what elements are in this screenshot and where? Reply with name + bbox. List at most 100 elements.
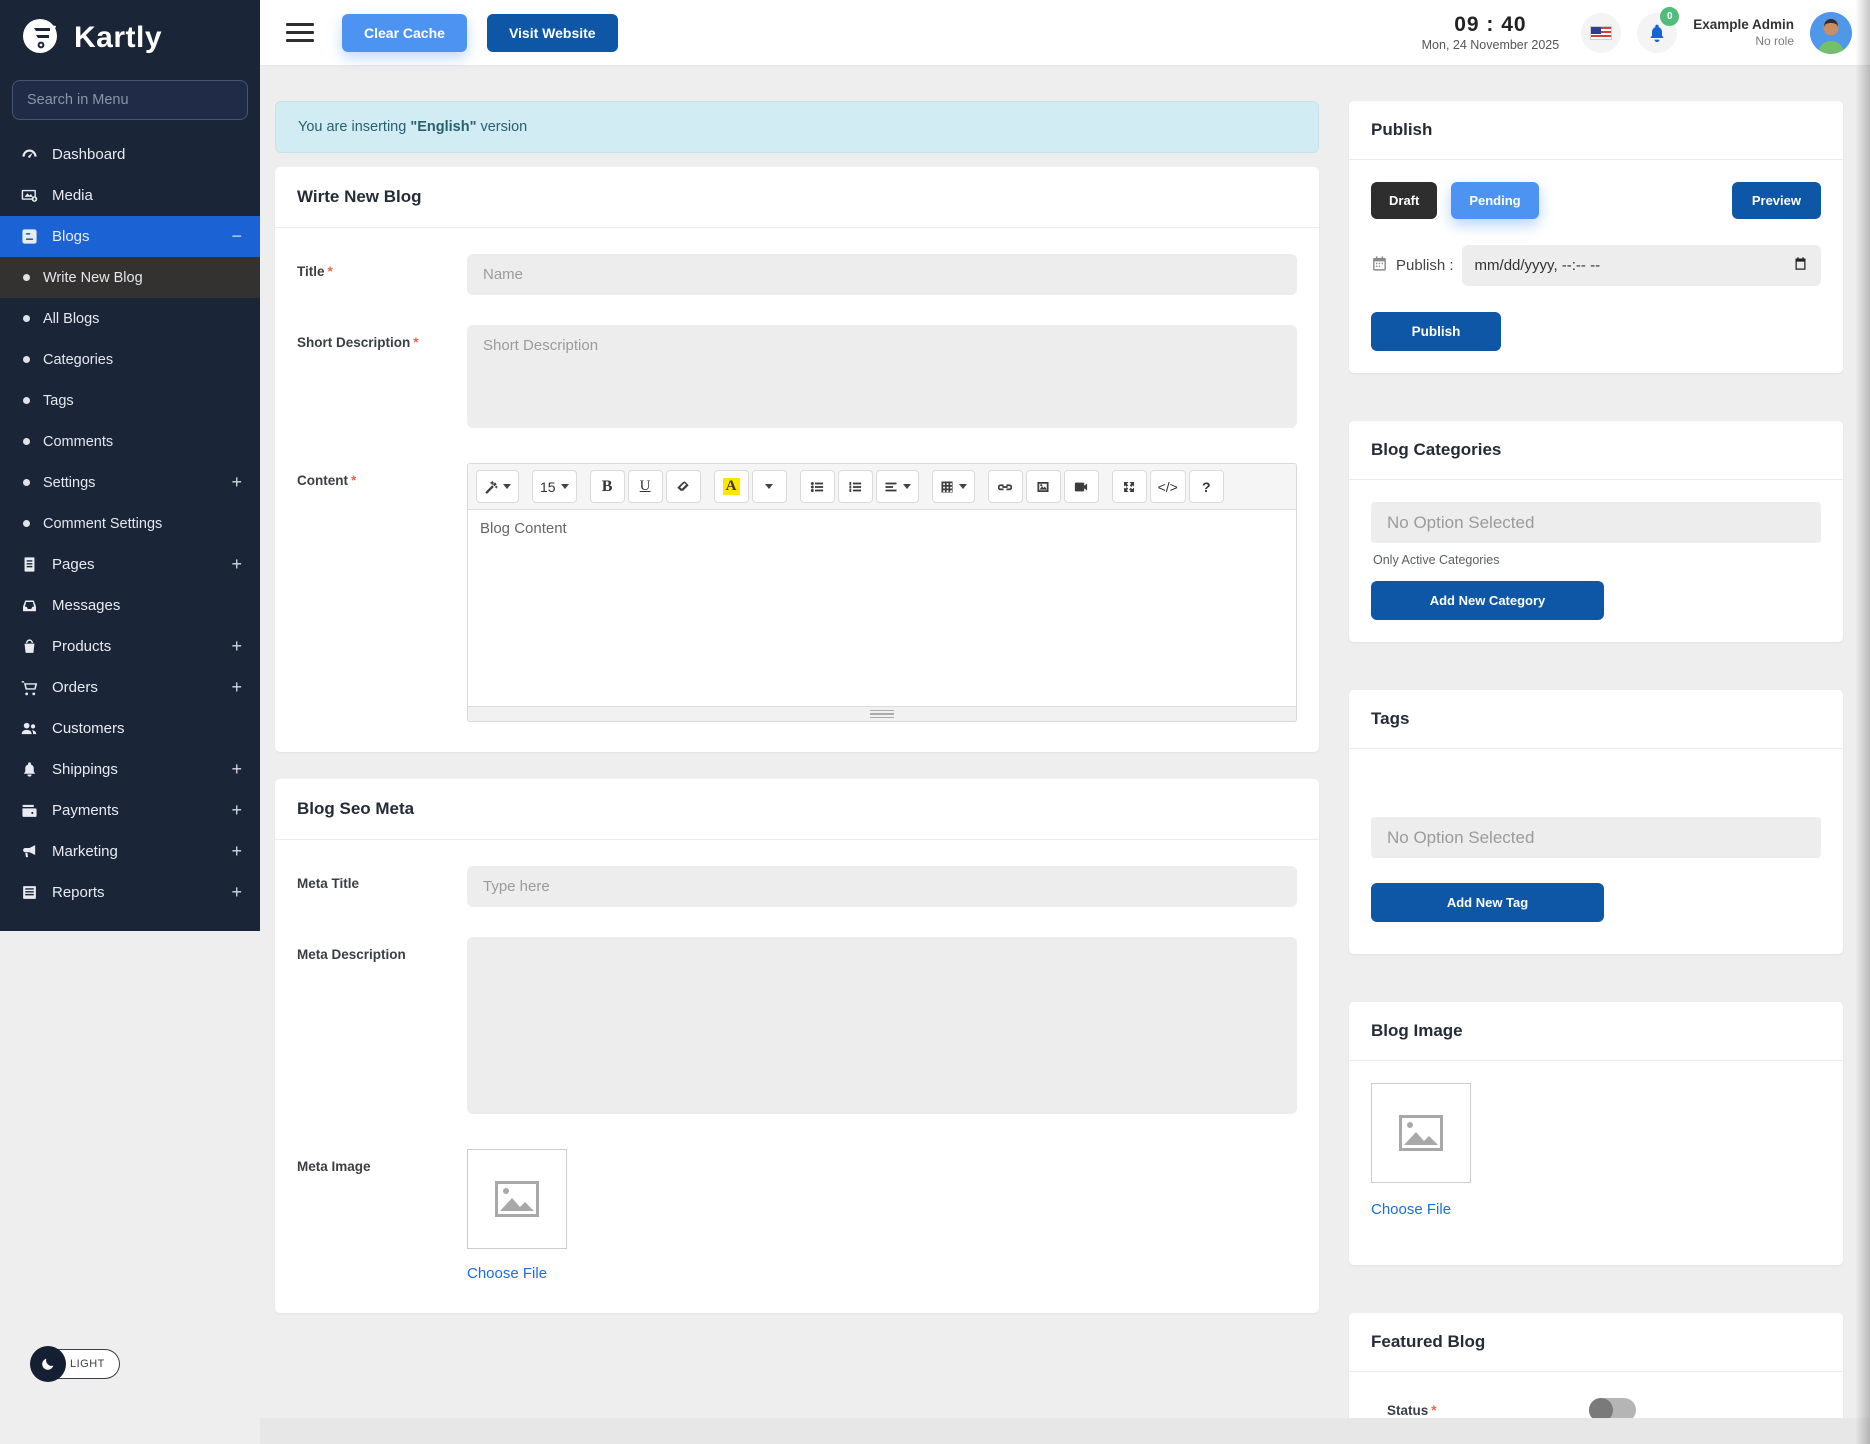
avatar[interactable] <box>1810 11 1852 54</box>
sidebar-nav: Dashboard Media Blogs − Write New Blog A… <box>0 134 260 913</box>
sidebar-item-messages[interactable]: Messages <box>0 585 260 626</box>
categories-multiselect[interactable]: No Option Selected <box>1371 502 1821 543</box>
preview-button[interactable]: Preview <box>1731 182 1821 219</box>
font-size-button[interactable]: 15 <box>532 470 577 503</box>
categories-hint: Only Active Categories <box>1373 553 1500 567</box>
expand-plus-icon[interactable]: + <box>231 554 242 575</box>
ordered-list-button[interactable] <box>837 470 873 503</box>
sidebar-subitem-comments[interactable]: Comments <box>0 421 260 462</box>
page-content: You are inserting "English" version Wirt… <box>260 66 1870 1444</box>
numbered-list-icon <box>849 481 862 492</box>
unordered-list-button[interactable] <box>799 470 835 503</box>
insert-image-button[interactable] <box>1025 470 1061 503</box>
meta-description-label: Meta Description <box>297 947 406 962</box>
sidebar-item-label: Blogs <box>52 228 90 245</box>
sidebar-item-marketing[interactable]: Marketing + <box>0 831 260 872</box>
language-alert: You are inserting "English" version <box>275 101 1319 153</box>
clear-format-button[interactable] <box>665 470 701 503</box>
code-view-button[interactable]: </> <box>1149 470 1186 503</box>
expand-plus-icon[interactable]: + <box>231 636 242 657</box>
logo[interactable]: Kartly <box>0 0 260 72</box>
meta-description-textarea[interactable] <box>467 937 1297 1114</box>
short-description-textarea[interactable] <box>467 325 1297 428</box>
tags-multiselect[interactable]: No Option Selected <box>1371 817 1821 858</box>
resize-grip-icon <box>870 709 894 719</box>
insert-link-button[interactable] <box>987 470 1023 503</box>
pending-button[interactable]: Pending <box>1451 182 1539 219</box>
font-color-button[interactable]: A <box>713 470 749 503</box>
card-title: Blog Seo Meta <box>275 779 1319 840</box>
topbar: Clear Cache Visit Website 09 : 40 Mon, 2… <box>260 0 1870 66</box>
panel-title: Blog Categories <box>1349 421 1843 480</box>
tags-placeholder: No Option Selected <box>1387 827 1535 847</box>
sidebar-item-shippings[interactable]: Shippings + <box>0 749 260 790</box>
scrollbar[interactable] <box>1856 0 1870 1444</box>
sidebar-search-input[interactable] <box>12 80 248 120</box>
sidebar-item-media[interactable]: Media <box>0 175 260 216</box>
theme-toggle[interactable]: LIGHT <box>30 1346 120 1382</box>
clear-cache-button[interactable]: Clear Cache <box>342 13 467 52</box>
sidebar-subitem-all-blogs[interactable]: All Blogs <box>0 298 260 339</box>
sidebar-item-orders[interactable]: Orders + <box>0 667 260 708</box>
blog-image-panel: Blog Image Choose File <box>1349 1002 1843 1265</box>
collapse-minus-icon[interactable]: − <box>231 226 242 247</box>
publish-button[interactable]: Publish <box>1371 312 1501 351</box>
user-meta: Example Admin No role <box>1693 17 1794 48</box>
eraser-icon <box>677 480 689 491</box>
date-picker-icon[interactable] <box>1793 256 1808 275</box>
editor-resize-handle[interactable] <box>468 706 1296 721</box>
sidebar-item-pages[interactable]: Pages + <box>0 544 260 585</box>
expand-plus-icon[interactable]: + <box>231 759 242 780</box>
notifications-button[interactable]: 0 <box>1637 6 1680 53</box>
content-editable-area[interactable]: Blog Content <box>468 510 1296 706</box>
underline-button[interactable]: U <box>627 470 663 503</box>
sidebar-item-payments[interactable]: Payments + <box>0 790 260 831</box>
sidebar-subitem-categories[interactable]: Categories <box>0 339 260 380</box>
paragraph-align-button[interactable] <box>875 470 919 503</box>
sidebar-item-label: Products <box>52 638 112 655</box>
sidebar-item-reports[interactable]: Reports + <box>0 872 260 913</box>
panel-title: Featured Blog <box>1349 1313 1843 1372</box>
expand-plus-icon[interactable]: + <box>231 841 242 862</box>
shippings-icon <box>20 761 38 779</box>
magic-wand-icon <box>485 480 498 494</box>
sidebar-subitem-settings[interactable]: Settings + <box>0 462 260 503</box>
fullscreen-button[interactable] <box>1111 470 1147 503</box>
sidebar-item-dashboard[interactable]: Dashboard <box>0 134 260 175</box>
editor-toolbar: 15 B U A </> ? <box>468 464 1296 510</box>
blog-image-choose-file-link[interactable]: Choose File <box>1371 1201 1451 1218</box>
style-magic-button[interactable] <box>476 470 519 503</box>
expand-plus-icon[interactable]: + <box>231 677 242 698</box>
categories-placeholder: No Option Selected <box>1387 512 1535 532</box>
logo-text: Kartly <box>74 21 163 54</box>
publish-date-input[interactable]: mm/dd/yyyy, --:-- -- <box>1461 245 1821 286</box>
sidebar-item-customers[interactable]: Customers <box>0 708 260 749</box>
link-icon <box>998 483 1013 490</box>
add-new-tag-button[interactable]: Add New Tag <box>1371 883 1604 922</box>
draft-button[interactable]: Draft <box>1371 182 1438 219</box>
table-button[interactable] <box>931 470 975 503</box>
sidebar-item-products[interactable]: Products + <box>0 626 260 667</box>
expand-plus-icon[interactable]: + <box>231 882 242 903</box>
sidebar-subitem-write-new-blog[interactable]: Write New Blog <box>0 257 260 298</box>
hamburger-menu-icon[interactable] <box>286 23 314 42</box>
language-flag-button[interactable] <box>1581 12 1622 53</box>
sidebar-subitem-tags[interactable]: Tags <box>0 380 260 421</box>
sidebar-subitem-label: Categories <box>43 351 114 368</box>
add-new-category-button[interactable]: Add New Category <box>1371 581 1604 620</box>
help-button[interactable]: ? <box>1188 470 1224 503</box>
bold-button[interactable]: B <box>589 470 625 503</box>
meta-image-choose-file-link[interactable]: Choose File <box>467 1265 547 1282</box>
insert-video-button[interactable] <box>1063 470 1099 503</box>
title-input[interactable] <box>467 254 1297 295</box>
visit-website-button[interactable]: Visit Website <box>486 13 618 52</box>
expand-plus-icon[interactable]: + <box>231 472 242 493</box>
sidebar-item-blogs[interactable]: Blogs − <box>0 216 260 257</box>
status-label: Status * <box>1387 1402 1437 1418</box>
sidebar-subitem-comment-settings[interactable]: Comment Settings <box>0 503 260 544</box>
meta-title-input[interactable] <box>467 866 1297 907</box>
sidebar-item-label: Shippings <box>52 761 118 778</box>
font-color-dropdown[interactable] <box>751 470 787 503</box>
sidebar-item-label: Marketing <box>52 843 118 860</box>
expand-plus-icon[interactable]: + <box>231 800 242 821</box>
